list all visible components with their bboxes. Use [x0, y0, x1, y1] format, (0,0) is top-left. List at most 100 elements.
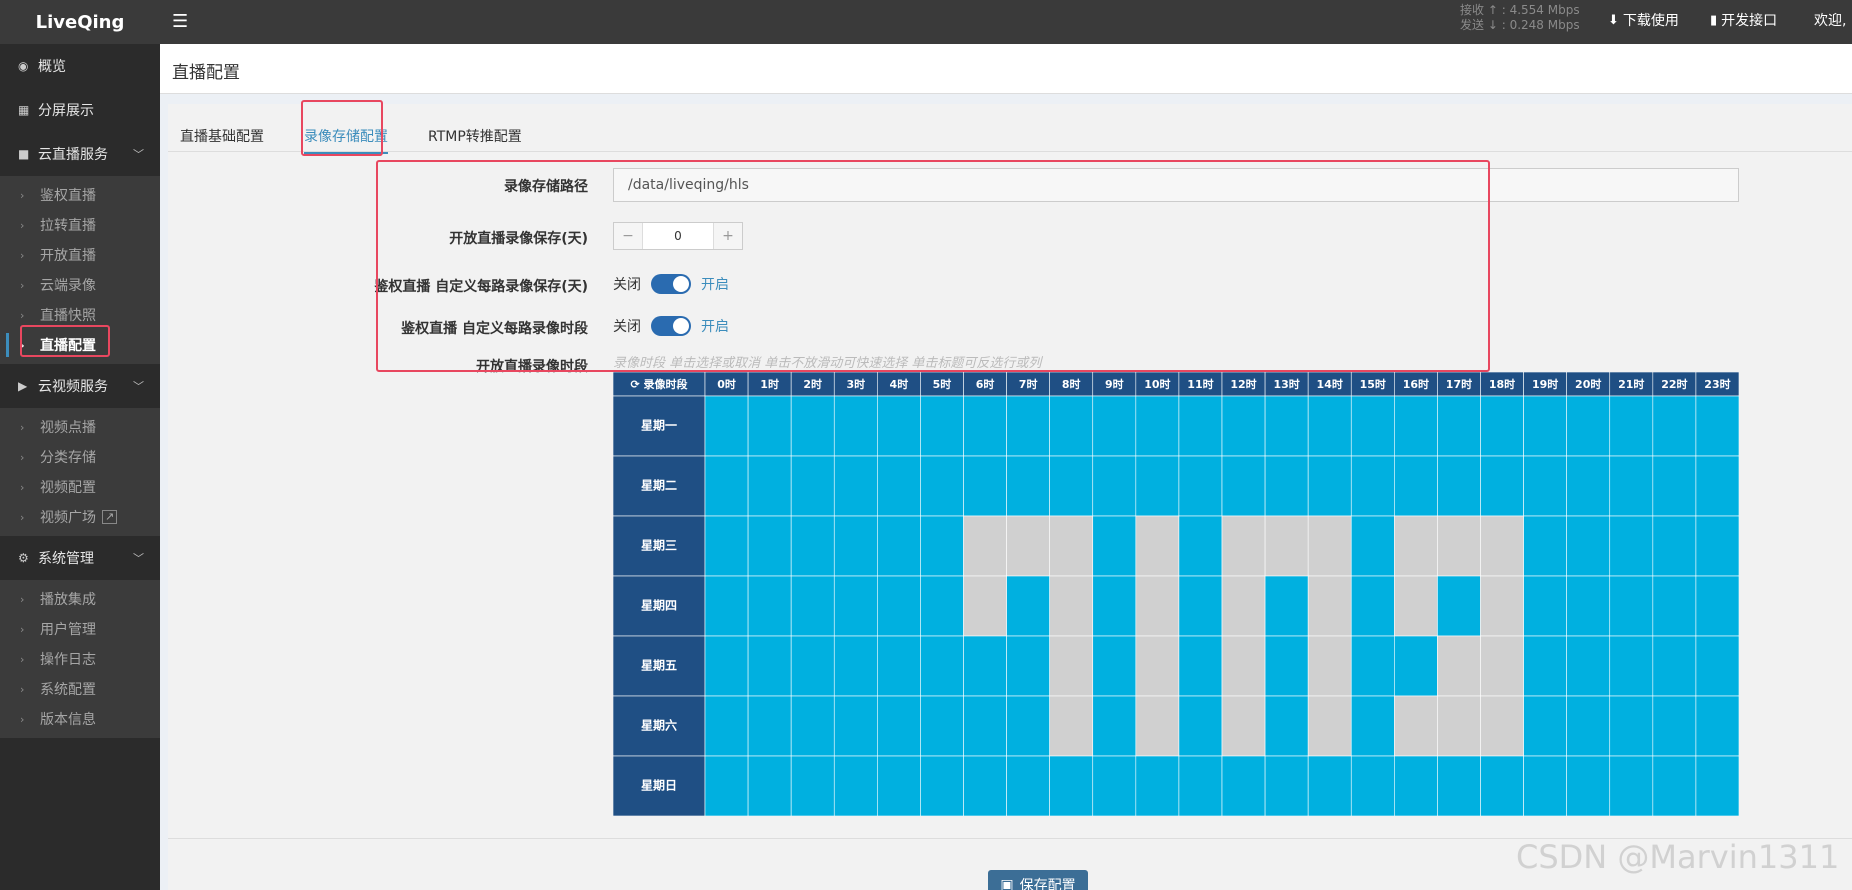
hour-header-label[interactable]: 7时 [1019, 377, 1038, 391]
schedule-cell[interactable] [1523, 395, 1567, 457]
schedule-cell[interactable] [963, 575, 1007, 637]
schedule-cell[interactable] [1566, 455, 1611, 517]
schedule-cell[interactable] [1006, 755, 1050, 816]
schedule-cell[interactable] [1092, 395, 1137, 457]
schedule-cell[interactable] [1135, 635, 1180, 697]
schedule-cell[interactable] [747, 695, 792, 757]
schedule-cell[interactable] [1695, 455, 1739, 517]
schedule-cell[interactable] [833, 575, 878, 637]
schedule-cell[interactable] [1609, 635, 1654, 697]
schedule-cell[interactable] [1221, 755, 1266, 816]
schedule-cell[interactable] [1264, 635, 1309, 697]
schedule-cell[interactable] [704, 695, 749, 757]
schedule-cell[interactable] [1523, 575, 1567, 637]
schedule-cell[interactable] [1394, 515, 1438, 577]
schedule-cell[interactable] [833, 635, 878, 697]
day-header-label[interactable]: 星期六 [641, 718, 677, 733]
schedule-cell[interactable] [1006, 515, 1050, 577]
schedule-cell[interactable] [1480, 455, 1524, 517]
schedule-cell[interactable] [1652, 455, 1697, 517]
schedule-cell[interactable] [1480, 515, 1524, 577]
schedule-cell[interactable] [1480, 635, 1524, 697]
schedule-cell[interactable] [1652, 395, 1697, 457]
schedule-cell[interactable] [790, 455, 835, 517]
hour-header-label[interactable]: 12时 [1230, 377, 1256, 391]
schedule-cell[interactable] [1350, 455, 1395, 517]
schedule-cell[interactable] [1480, 695, 1524, 757]
schedule-cell[interactable] [1437, 575, 1481, 637]
schedule-cell[interactable] [1394, 575, 1438, 637]
menu-toggle-icon[interactable]: ☰ [172, 12, 190, 32]
schedule-cell[interactable] [920, 755, 964, 816]
custom-period-toggle[interactable] [651, 316, 691, 336]
retain-days-value[interactable]: 0 [642, 223, 714, 249]
schedule-cell[interactable] [1566, 515, 1611, 577]
schedule-cell[interactable] [790, 575, 835, 637]
schedule-cell[interactable] [1221, 575, 1266, 637]
schedule-cell[interactable] [1566, 695, 1611, 757]
hour-header-label[interactable]: 9时 [1105, 377, 1124, 391]
schedule-cell[interactable] [704, 635, 749, 697]
schedule-cell[interactable] [963, 635, 1007, 697]
schedule-cell[interactable] [1695, 695, 1739, 757]
sidebar-item-open-live[interactable]: › 开放直播 [0, 240, 160, 270]
schedule-cell[interactable] [1566, 575, 1611, 637]
hour-header-label[interactable]: 21时 [1618, 377, 1644, 391]
schedule-cell[interactable] [1437, 455, 1481, 517]
schedule-cell[interactable] [1092, 575, 1137, 637]
sidebar-item-video-square[interactable]: › 视频广场 ↗ [0, 502, 160, 532]
schedule-cell[interactable] [704, 395, 749, 457]
schedule-cell[interactable] [1523, 635, 1567, 697]
sidebar-item-vod[interactable]: › 视频点播 [0, 412, 160, 442]
schedule-cell[interactable] [1609, 575, 1654, 637]
schedule-cell[interactable] [1221, 635, 1266, 697]
schedule-cell[interactable] [790, 695, 835, 757]
schedule-cell[interactable] [1695, 515, 1739, 577]
schedule-cell[interactable] [1092, 755, 1137, 816]
schedule-cell[interactable] [1049, 695, 1094, 757]
schedule-cell[interactable] [1006, 635, 1050, 697]
schedule-cell[interactable] [1566, 755, 1611, 816]
schedule-cell[interactable] [790, 635, 835, 697]
schedule-cell[interactable] [1135, 575, 1180, 637]
schedule-cell[interactable] [1394, 695, 1438, 757]
sidebar-item-system-config[interactable]: › 系统配置 [0, 674, 160, 704]
hour-header-label[interactable]: 2时 [803, 377, 822, 391]
schedule-cell[interactable] [920, 575, 964, 637]
day-header-label[interactable]: 星期日 [641, 778, 677, 793]
schedule-cell[interactable] [1566, 395, 1611, 457]
schedule-cell[interactable] [833, 515, 878, 577]
schedule-cell[interactable] [1049, 635, 1094, 697]
stepper-minus-button[interactable]: − [614, 223, 642, 249]
schedule-cell[interactable] [747, 455, 792, 517]
hour-header-label[interactable]: 15时 [1360, 377, 1386, 391]
tab-live-basic[interactable]: 直播基础配置 [180, 126, 264, 146]
schedule-cell[interactable] [920, 395, 964, 457]
schedule-cell[interactable] [1394, 395, 1438, 457]
record-path-input[interactable]: /data/liveqing/hls [613, 168, 1739, 202]
day-header-label[interactable]: 星期一 [641, 418, 677, 433]
schedule-cell[interactable] [1178, 755, 1223, 816]
schedule-cell[interactable] [920, 515, 964, 577]
hour-header-label[interactable]: 20时 [1575, 377, 1601, 391]
schedule-cell[interactable] [790, 515, 835, 577]
schedule-cell[interactable] [1307, 695, 1352, 757]
sidebar-item-user-management[interactable]: › 用户管理 [0, 614, 160, 644]
schedule-cell[interactable] [963, 455, 1007, 517]
hour-header-label[interactable]: 17时 [1446, 377, 1472, 391]
schedule-cell[interactable] [1135, 695, 1180, 757]
schedule-cell[interactable] [1264, 395, 1309, 457]
schedule-cell[interactable] [920, 695, 964, 757]
schedule-cell[interactable] [1092, 635, 1137, 697]
hour-header-label[interactable]: 3时 [846, 377, 865, 391]
schedule-cell[interactable] [790, 755, 835, 816]
hour-header-label[interactable]: 8时 [1062, 377, 1081, 391]
schedule-cell[interactable] [1350, 755, 1395, 816]
schedule-cell[interactable] [1264, 515, 1309, 577]
schedule-cell[interactable] [704, 515, 749, 577]
schedule-cell[interactable] [1350, 635, 1395, 697]
schedule-cell[interactable] [833, 695, 878, 757]
sidebar-item-category-storage[interactable]: › 分类存储 [0, 442, 160, 472]
schedule-cell[interactable] [1092, 695, 1137, 757]
hour-header-label[interactable]: 18时 [1489, 377, 1515, 391]
